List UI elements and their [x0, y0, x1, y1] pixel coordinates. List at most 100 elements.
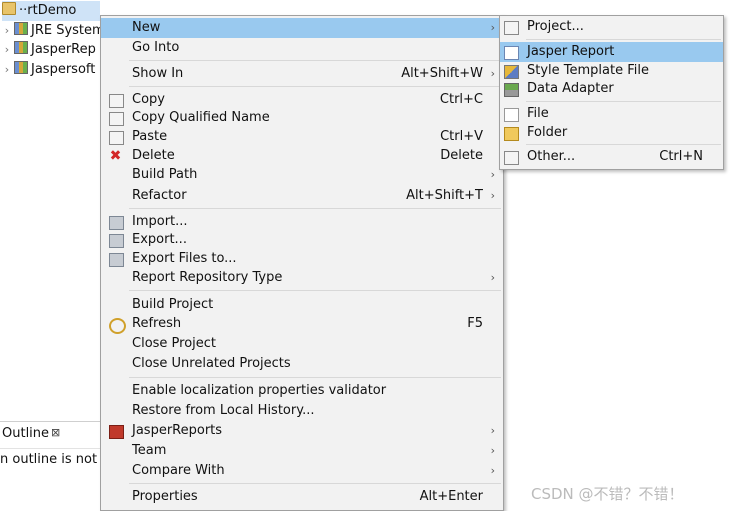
menu-item-refresh[interactable]: Refresh F5 [101, 314, 503, 334]
new-submenu: Project... Jasper Report Style Template … [499, 15, 724, 170]
menu-separator [129, 208, 501, 209]
chevron-right-icon: › [490, 189, 495, 202]
submenu-item-project[interactable]: Project... [500, 17, 723, 37]
submenu-item-file[interactable]: File [500, 104, 723, 124]
menu-item-label: New [132, 20, 161, 35]
copy-qualified-name-icon [109, 112, 124, 126]
menu-separator [129, 60, 501, 61]
save-icon [109, 253, 124, 267]
menu-item-build-project[interactable]: Build Project [101, 295, 503, 315]
tree-item-jaspersoft-lib[interactable]: › Jaspersoft [0, 60, 95, 80]
menu-item-label: Report Repository Type [132, 270, 283, 285]
menu-item-label: Build Project [132, 297, 214, 312]
menu-item-localization-validator[interactable]: Enable localization properties validator [101, 381, 503, 401]
menu-item-label: Folder [527, 125, 568, 140]
menu-item-label: Close Project [132, 336, 217, 351]
menu-separator [526, 39, 721, 40]
menu-item-paste[interactable]: Paste Ctrl+V [101, 127, 503, 147]
outline-message: n outline is not av [0, 452, 100, 467]
chevron-right-icon[interactable]: › [0, 60, 14, 80]
copy-icon [109, 94, 124, 108]
chevron-right-icon: › [490, 424, 495, 437]
context-menu: New › Go Into Show In Alt+Shift+W › Copy… [100, 15, 504, 511]
menu-item-close-project[interactable]: Close Project [101, 334, 503, 354]
tree-item-project[interactable]: ··rtDemo [2, 1, 100, 21]
menu-separator [129, 483, 501, 484]
menu-item-label: Properties [132, 489, 198, 504]
refresh-icon [109, 318, 126, 334]
menu-item-go-into[interactable]: Go Into [101, 38, 503, 58]
library-icon [14, 41, 28, 54]
export-icon [109, 234, 124, 248]
menu-item-label: Build Path [132, 167, 198, 182]
menu-item-label: Delete [132, 148, 175, 163]
chevron-right-icon[interactable]: › [0, 21, 14, 41]
tree-item-jasper-lib[interactable]: › JasperRep [0, 40, 96, 60]
menu-item-label: Enable localization properties validator [132, 383, 387, 398]
menu-item-label: File [527, 106, 549, 121]
menu-item-export-files[interactable]: Export Files to... [101, 249, 503, 269]
library-icon [14, 22, 28, 35]
data-adapter-icon [504, 83, 519, 97]
menu-item-shortcut: F5 [467, 316, 483, 331]
menu-item-copy[interactable]: Copy Ctrl+C [101, 90, 503, 110]
menu-item-shortcut: Alt+Shift+W [401, 66, 483, 81]
chevron-right-icon: › [490, 444, 495, 457]
paste-icon [109, 131, 124, 145]
project-explorer: ··rtDemo › JRE System › JasperRep › Jaspers… [0, 0, 105, 200]
chevron-right-icon: › [490, 21, 495, 34]
menu-item-label: Export Files to... [132, 251, 237, 266]
jasperreports-icon [109, 425, 124, 439]
menu-item-report-repository-type[interactable]: Report Repository Type › [101, 268, 503, 288]
menu-separator [129, 290, 501, 291]
menu-item-label: Export... [132, 232, 187, 247]
menu-item-show-in[interactable]: Show In Alt+Shift+W › [101, 64, 503, 84]
file-icon [504, 108, 519, 122]
chevron-right-icon[interactable]: › [0, 40, 14, 60]
menu-item-close-unrelated-projects[interactable]: Close Unrelated Projects [101, 354, 503, 374]
menu-item-label: Copy Qualified Name [132, 110, 270, 125]
menu-item-new[interactable]: New › [101, 18, 503, 38]
tree-item-jre[interactable]: › JRE System [0, 21, 105, 41]
menu-item-label: Import... [132, 214, 188, 229]
menu-item-build-path[interactable]: Build Path › [101, 165, 503, 185]
submenu-item-style-template[interactable]: Style Template File [500, 61, 723, 81]
menu-item-label: Compare With [132, 463, 225, 478]
menu-item-label: Copy [132, 92, 165, 107]
import-icon [109, 216, 124, 230]
delete-icon: ✖ [109, 148, 122, 164]
menu-item-shortcut: Ctrl+N [659, 149, 703, 164]
menu-item-label: Go Into [132, 40, 180, 55]
menu-item-copy-qualified-name[interactable]: Copy Qualified Name [101, 108, 503, 128]
menu-item-team[interactable]: Team › [101, 441, 503, 461]
tree-item-label: JRE System [31, 23, 105, 38]
chevron-right-icon: › [490, 464, 495, 477]
menu-item-label: Data Adapter [527, 81, 614, 96]
menu-item-compare-with[interactable]: Compare With › [101, 461, 503, 481]
menu-item-label: JasperReports [132, 423, 223, 438]
submenu-item-data-adapter[interactable]: Data Adapter [500, 79, 723, 99]
project-icon [2, 2, 16, 15]
submenu-item-other[interactable]: Other... Ctrl+N [500, 147, 723, 167]
menu-item-refactor[interactable]: Refactor Alt+Shift+T › [101, 186, 503, 206]
close-icon[interactable]: ⊠ [51, 426, 60, 439]
menu-item-label: Close Unrelated Projects [132, 356, 291, 371]
tree-item-label: ··rtDemo [19, 3, 77, 18]
menu-item-jasperreports[interactable]: JasperReports › [101, 421, 503, 441]
menu-item-label: Show In [132, 66, 184, 81]
new-project-icon [504, 21, 519, 35]
submenu-item-jasper-report[interactable]: Jasper Report [500, 42, 723, 62]
menu-item-export[interactable]: Export... [101, 230, 503, 250]
menu-item-delete[interactable]: ✖ Delete Delete [101, 146, 503, 166]
submenu-item-folder[interactable]: Folder [500, 123, 723, 143]
menu-item-label: Other... [527, 149, 576, 164]
outline-tab[interactable]: Outline ⊠ [0, 421, 100, 449]
menu-item-import[interactable]: Import... [101, 212, 503, 232]
style-template-icon [504, 65, 519, 79]
menu-item-properties[interactable]: Properties Alt+Enter [101, 487, 503, 507]
menu-item-shortcut: Alt+Enter [419, 489, 483, 504]
outline-tab-label: Outline [2, 426, 50, 441]
menu-item-restore-local-history[interactable]: Restore from Local History... [101, 401, 503, 421]
menu-item-label: Restore from Local History... [132, 403, 315, 418]
menu-separator [526, 144, 721, 145]
